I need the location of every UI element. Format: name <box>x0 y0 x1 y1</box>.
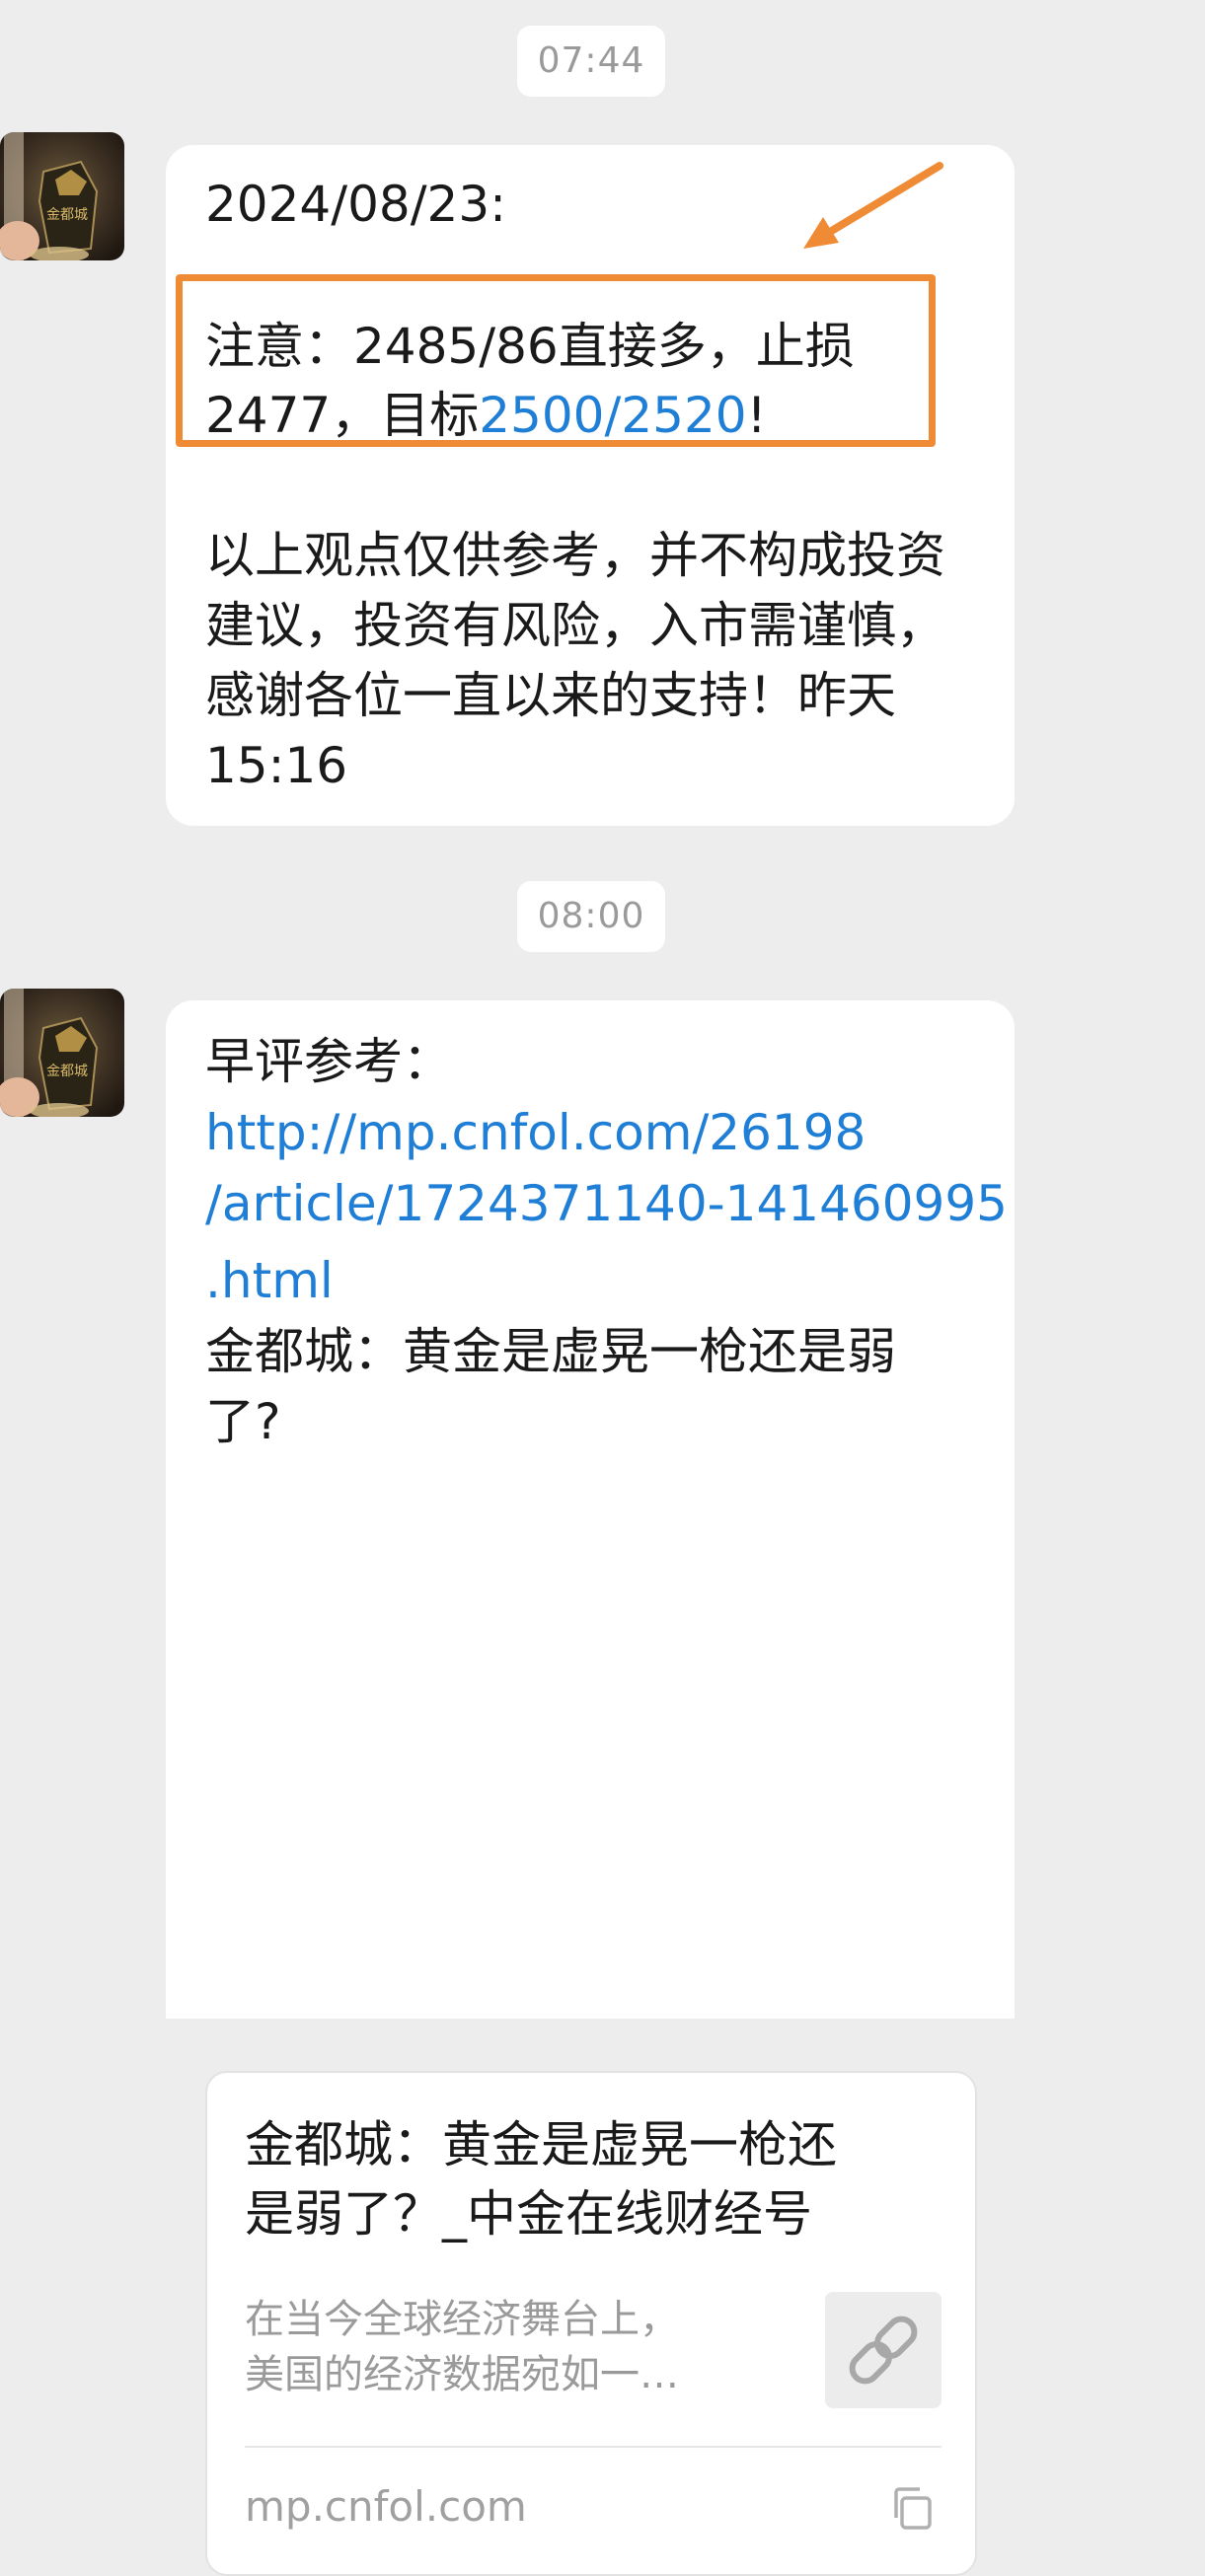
timestamp-0744: 07:44 <box>517 26 665 97</box>
target-link[interactable]: 2500/2520 <box>479 387 746 444</box>
disclaimer-line-2: 建议，投资有风险，入市需谨慎， <box>205 597 945 654</box>
card-divider <box>245 2446 941 2448</box>
disclaimer-line-1: 以上观点仅供参考，并不构成投资 <box>205 527 945 584</box>
article-url-line-3[interactable]: .html <box>205 1245 334 1316</box>
notice-line-1: 注意：2485/86直接多，止损 <box>205 318 855 375</box>
annotation-arrow-icon <box>803 162 943 249</box>
card-source-domain: mp.cnfol.com <box>245 2482 527 2531</box>
svg-text:金都城: 金都城 <box>46 1064 88 1079</box>
link-preview-card[interactable]: 金都城：黄金是虚晃一枪还 是弱了？_中金在线财经号 在当今全球经济舞台上， 美国… <box>205 2071 977 2576</box>
svg-text:金都城: 金都城 <box>46 207 88 223</box>
disclaimer-line-4: 15:16 <box>205 737 348 794</box>
notice-prefix: 2477，目标 <box>205 387 480 444</box>
headline-line-2: 了? <box>205 1393 281 1450</box>
sender-avatar[interactable]: 金都城 <box>0 132 124 260</box>
timestamp-0800: 08:00 <box>517 881 665 952</box>
intro-text: 早评参考： <box>205 1033 452 1090</box>
notice-suffix: ! <box>746 387 767 444</box>
disclaimer-line-3: 感谢各位一直以来的支持！昨天 <box>205 667 896 724</box>
article-url-line-1[interactable]: http://mp.cnfol.com/26198 <box>205 1097 866 1168</box>
sender-avatar[interactable]: 金都城 <box>0 989 124 1117</box>
headline-line-1: 金都城：黄金是虚晃一枪还是弱 <box>205 1323 896 1380</box>
card-description-line-2: 美国的经济数据宛如一… <box>245 2352 679 2397</box>
article-url-line-2[interactable]: /article/1724371140-141460995 <box>205 1168 1008 1239</box>
notice-line-2: 2477，目标2500/2520! <box>205 380 767 451</box>
message-date: 2024/08/23: <box>205 176 507 233</box>
link-icon <box>849 2316 918 2385</box>
card-title-line-2: 是弱了？_中金在线财经号 <box>245 2185 812 2243</box>
card-description-line-1: 在当今全球经济舞台上， <box>245 2297 679 2342</box>
card-title-line-1: 金都城：黄金是虚晃一枪还 <box>245 2116 837 2173</box>
message-bubble[interactable]: 早评参考： http://mp.cnfol.com/26198 /article… <box>166 1000 1015 2576</box>
copy-icon[interactable] <box>888 2484 936 2532</box>
card-thumbnail <box>825 2292 941 2408</box>
